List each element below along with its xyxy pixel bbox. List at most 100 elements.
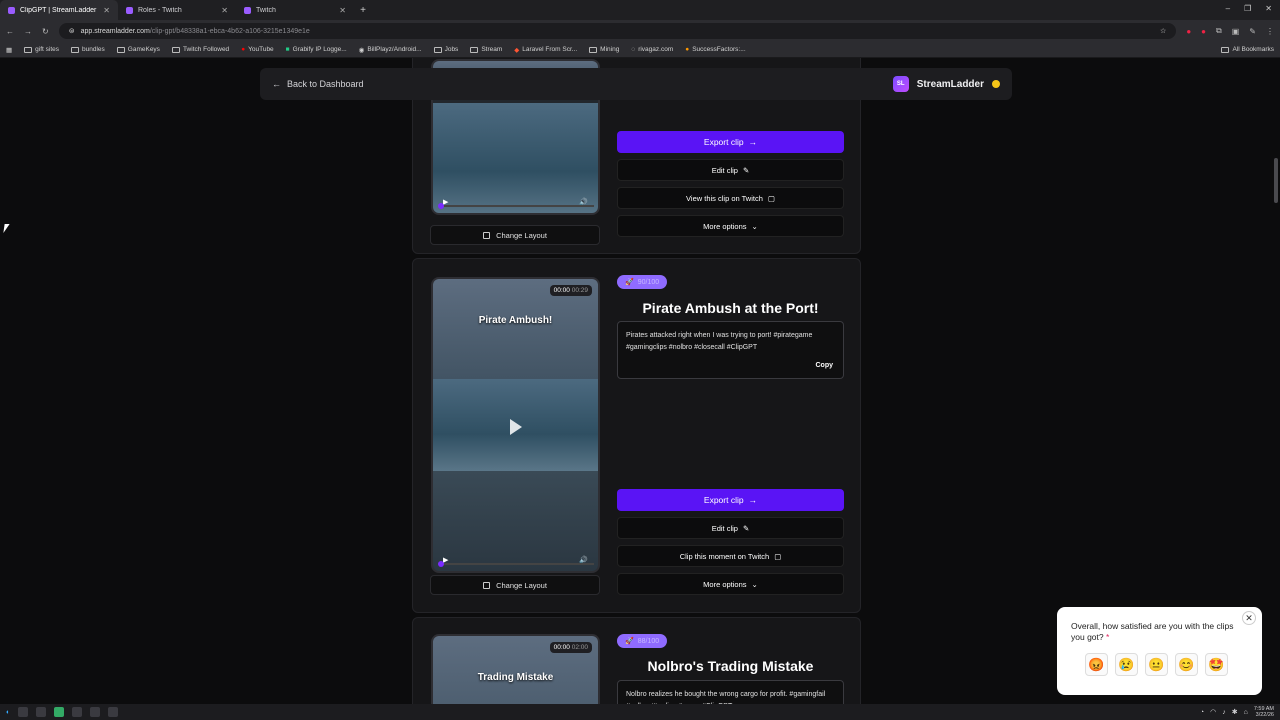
close-tab-icon[interactable]: ✕ [221, 6, 228, 15]
site-info-icon[interactable]: ⊜ [69, 27, 75, 35]
back-nav-icon[interactable]: ← [6, 27, 14, 36]
bookmark-item[interactable]: Mining [589, 46, 619, 53]
new-tab-icon[interactable]: + [354, 5, 372, 16]
satisfaction-survey: ✕ Overall, how satisfied are you with th… [1057, 607, 1262, 695]
clip-title: Pirate Ambush at the Port! [642, 300, 819, 316]
rating-sad-icon[interactable]: 😢 [1115, 653, 1138, 676]
folder-icon [1221, 46, 1230, 53]
bookmark-item[interactable]: ■ Grabify IP Logge... [286, 46, 347, 53]
taskbar-app-icon[interactable] [72, 707, 83, 717]
streamladder-logo-icon: SL [892, 76, 909, 92]
clip-description: Pirates attacked right when I was trying… [626, 332, 813, 351]
brand[interactable]: SL StreamLadder [892, 76, 1000, 92]
clip-title: Nolbro's Trading Mistake [647, 658, 814, 674]
clip-video-player[interactable]: 00:00 02:00 Trading Mistake [431, 634, 600, 704]
tab-roles-twitch[interactable]: Roles - Twitch ✕ [118, 0, 236, 20]
tray-icon[interactable]: ◔ [1200, 709, 1204, 716]
close-icon[interactable]: ✕ [1242, 611, 1256, 625]
rating-neutral-icon[interactable]: 😐 [1145, 653, 1168, 676]
grabify-icon: ■ [285, 46, 290, 53]
edit-clip-button[interactable]: Edit clip ✎ [617, 159, 844, 181]
minimize-icon[interactable]: – [1226, 4, 1230, 13]
volume-tray-icon[interactable]: ♪ [1222, 709, 1226, 716]
export-clip-button[interactable]: Export clip → [617, 131, 844, 153]
taskbar-app-icon[interactable] [90, 707, 101, 717]
tab-twitch[interactable]: Twitch ✕ [236, 0, 354, 20]
file-explorer-icon[interactable] [18, 707, 29, 717]
tab-label: Twitch [256, 6, 276, 14]
bookmark-item[interactable]: ◌ rivagaz.com [631, 46, 673, 53]
change-layout-label: Change Layout [496, 230, 547, 240]
edit-clip-button[interactable]: Edit clip ✎ [617, 517, 844, 539]
chrome-icon[interactable] [54, 707, 65, 717]
wifi-icon[interactable]: ◠ [1210, 708, 1216, 716]
rating-angry-icon[interactable]: 😡 [1085, 653, 1108, 676]
all-bookmarks[interactable]: All Bookmarks [1221, 46, 1274, 53]
tray-icon[interactable]: ⌂ [1244, 709, 1248, 716]
clip-description: Nolbro realizes he bought the wrong carg… [626, 691, 826, 704]
extension-record-icon[interactable]: ● [1201, 27, 1206, 36]
video-progress-bar[interactable] [438, 561, 594, 567]
rating-happy-icon[interactable]: 😊 [1175, 653, 1198, 676]
tab-clipgpt[interactable]: ClipGPT | StreamLadder ✕ [0, 0, 118, 20]
laracasts-icon: ◆ [514, 46, 520, 54]
change-layout-button[interactable]: Change Layout [430, 225, 600, 245]
edit-label: Edit clip [711, 165, 738, 175]
taskbar-app-icon[interactable] [36, 707, 47, 717]
bluetooth-icon[interactable]: ✱ [1232, 708, 1238, 716]
menu-kebab-icon[interactable]: ⋮ [1266, 27, 1274, 36]
more-options-button[interactable]: More options ⌄ [617, 215, 844, 237]
sidepanel-icon[interactable]: ▣ [1232, 27, 1240, 36]
bookmark-item[interactable]: ● YouTube [241, 46, 273, 53]
back-to-dashboard-link[interactable]: ← Back to Dashboard [272, 79, 364, 89]
close-tab-icon[interactable]: ✕ [339, 6, 346, 15]
extension-icon[interactable]: ● [1186, 27, 1191, 36]
video-progress-bar[interactable] [438, 203, 594, 209]
bookmark-item[interactable]: GameKeys [116, 46, 160, 53]
bookmark-item[interactable]: ● SuccessFactors:... [685, 46, 745, 53]
taskbar-app-icon[interactable] [108, 707, 119, 717]
bookmark-item[interactable]: ◆ Laravel From Scr... [514, 46, 577, 54]
clock[interactable]: 7:59 AM 3/22/26 [1254, 706, 1274, 718]
close-tab-icon[interactable]: ✕ [103, 6, 110, 15]
progress-handle[interactable] [438, 561, 444, 567]
play-overlay-icon[interactable] [509, 419, 522, 435]
clip-on-twitch-button[interactable]: Clip this moment on Twitch ▢ [617, 545, 844, 567]
folder-icon [116, 46, 125, 53]
more-options-button[interactable]: More options ⌄ [617, 573, 844, 595]
tab-label: ClipGPT | StreamLadder [20, 6, 97, 14]
copy-button[interactable]: Copy [816, 360, 834, 372]
change-layout-button[interactable]: Change Layout [430, 575, 600, 595]
browser-tab-bar: ClipGPT | StreamLadder ✕ Roles - Twitch … [0, 0, 1280, 20]
page-scrollbar[interactable] [1274, 158, 1278, 203]
extensions-puzzle-icon[interactable]: ⧉ [1216, 26, 1222, 36]
bookmark-item[interactable]: Twitch Followed [171, 46, 229, 53]
bookmark-item[interactable]: bundles [71, 46, 105, 53]
edit-label: Edit clip [711, 523, 738, 533]
folder-icon [433, 46, 442, 53]
forward-nav-icon[interactable]: → [24, 27, 32, 36]
export-clip-button[interactable]: Export clip → [617, 489, 844, 511]
video-time: 00:00 00:29 [549, 285, 592, 296]
chevron-down-icon: ⌄ [751, 579, 758, 589]
url-input[interactable]: ⊜ app.streamladder.com/clip-gpt/b48338a1… [58, 23, 1177, 39]
bookmark-item[interactable]: gift sites [24, 46, 59, 53]
twitch-icon: ▢ [767, 193, 775, 203]
apps-grid-icon[interactable]: ▦ [6, 46, 12, 54]
view-on-twitch-button[interactable]: View this clip on Twitch ▢ [617, 187, 844, 209]
start-icon[interactable]: ◐ [6, 709, 10, 716]
folder-icon [71, 46, 79, 53]
profile-icon[interactable]: ✎ [1249, 27, 1256, 36]
bookmark-item[interactable]: Jobs [433, 46, 458, 53]
close-window-icon[interactable]: ✕ [1265, 4, 1272, 13]
progress-handle[interactable] [438, 203, 444, 209]
bookmark-star-icon[interactable]: ☆ [1160, 27, 1166, 35]
github-icon: ◉ [358, 46, 365, 54]
maximize-icon[interactable]: ❐ [1244, 4, 1251, 13]
clip-video-player[interactable]: 00:00 00:29 Pirate Ambush! ▶ 🔊 [431, 277, 600, 573]
bookmark-item[interactable]: ◉ BillPlayz/Android... [359, 46, 422, 54]
reload-icon[interactable]: ↻ [42, 27, 49, 36]
rating-star-eyes-icon[interactable]: 🤩 [1205, 653, 1228, 676]
bookmark-item[interactable]: Stream [470, 46, 502, 53]
change-layout-label: Change Layout [496, 580, 547, 590]
